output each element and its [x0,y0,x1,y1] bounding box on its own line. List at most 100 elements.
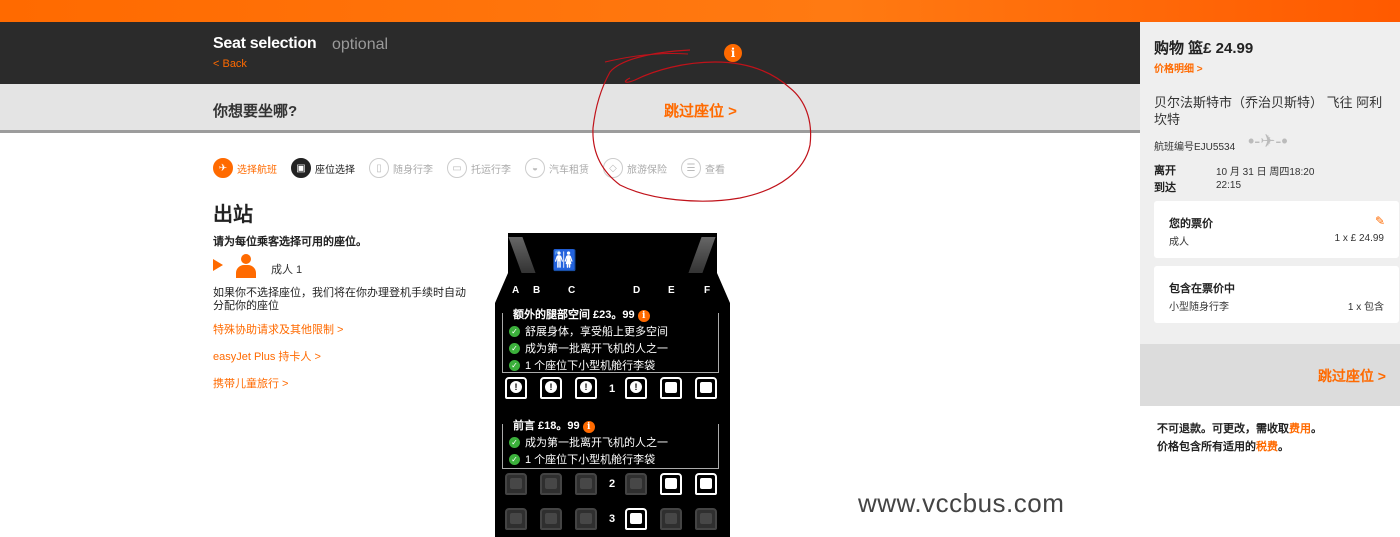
watermark: www.vccbus.com [858,488,1065,518]
column-label: F [704,285,711,296]
easyjet-plus-link[interactable]: easyJet Plus 持卡人 > [213,348,343,364]
fare-value: 1 x £ 24.99 [1334,233,1384,244]
seat-2A[interactable] [505,473,527,495]
flight-plane-icon: •-✈-• [1248,131,1288,151]
passenger-label: 成人 1 [271,264,303,276]
row-number: 3 [609,513,616,525]
cart-skip-seat-link[interactable]: 跳过座位 > [1318,366,1386,386]
step-cabin-bag[interactable]: ▯ 随身行李 [369,158,433,178]
column-label: B [533,285,541,296]
seat-2B[interactable] [540,473,562,495]
taxes-link[interactable]: 税费 [1256,441,1278,453]
step-review[interactable]: ☰ 查看 [681,158,725,178]
outbound-title: 出站 [213,204,253,226]
tax-note: 价格包含所有适用的税费。 [1157,441,1289,453]
feature-item: ✓ 舒展身体，享受船上更多空间 [509,323,668,339]
seat-1A[interactable] [505,377,527,399]
fees-link[interactable]: 费用 [1289,423,1311,435]
seat-1B[interactable] [540,377,562,399]
included-title: 包含在票价中 [1169,283,1235,295]
flight-number: 航班编号EJU5534 [1154,142,1236,153]
seat-3B[interactable] [540,508,562,530]
seat-3F[interactable] [695,508,717,530]
row-number: 1 [609,383,616,395]
bag-icon: ▯ [369,158,389,178]
included-card: 包含在票价中 小型随身行李 1 x 包含 [1154,266,1399,323]
back-link[interactable]: < Back [213,58,247,70]
feature-item: ✓ 1 个座位下小型机舱行李袋 [509,357,655,373]
extra-legroom-title[interactable]: 额外的腿部空间 £23。99 i [509,306,654,322]
seat-2D[interactable] [625,473,647,495]
info-icon[interactable]: i [724,44,742,62]
check-icon: ✓ [509,342,520,354]
seat-1D[interactable] [625,377,647,399]
check-icon: ✓ [509,436,520,448]
step-insurance[interactable]: ◇ 旅游保险 [603,158,667,178]
seat-3D[interactable] [625,508,647,530]
column-label: C [568,285,576,296]
seat-question-bar: 你想要坐哪? 跳过座位 > [0,84,1140,133]
seat-1F[interactable] [695,377,717,399]
page-title: Seat selection [213,35,317,52]
seat-3A[interactable] [505,508,527,530]
arrive-label: 到达 [1154,182,1176,194]
top-brand-bar [0,0,1400,22]
arrive-time: 22:15 [1216,180,1242,191]
cart-skip-band: 跳过座位 > [1140,344,1400,406]
check-icon: ✓ [509,325,520,337]
info-icon: i [637,310,650,322]
check-icon: ✓ [509,453,520,465]
car-icon: ◒ [525,158,545,178]
step-car-hire[interactable]: ◒ 汽车租赁 [525,158,589,178]
cart-notes: 不可退款。可更改，需收取费用。 价格包含所有适用的税费。 [1140,406,1400,537]
seat-1C[interactable] [575,377,597,399]
children-travel-link[interactable]: 携带儿童旅行 > [213,375,343,391]
check-icon: ✓ [509,359,520,371]
seat-2F[interactable] [695,473,717,495]
optional-label: optional [332,36,389,53]
seat-2C[interactable] [575,473,597,495]
question-text: 你想要坐哪? [213,103,298,120]
feature-item: ✓ 1 个座位下小型机舱行李袋 [509,451,655,467]
feature-item: ✓ 成为第一批离开飞机的人之一 [509,340,668,356]
fare-title: 您的票价 [1169,218,1213,230]
step-seat-selection[interactable]: ▣ 座位选择 [291,158,355,178]
seat-icon: ▣ [291,158,311,178]
depart-label: 离开 [1154,165,1176,177]
step-checked-bag[interactable]: ▭ 托运行李 [447,158,511,178]
edit-pencil-icon[interactable]: ✎ [1375,214,1385,228]
basket-panel: 购物 篮£ 24.99 价格明细 > 贝尔法斯特市（乔治贝斯特） 飞往 阿利坎特… [1140,22,1400,537]
shield-icon: ◇ [603,158,623,178]
seat-map: 🚻 A B C D E F 额外的腿部空间 £23。99 i ✓ 舒展身体，享受船上… [495,233,730,537]
price-breakdown-link[interactable]: 价格明细 > [1154,60,1203,75]
seat-2E[interactable] [660,473,682,495]
column-label: A [512,285,520,296]
instruction-text: 请为每位乘客选择可用的座位。 [213,236,367,248]
flight-route: 贝尔法斯特市（乔治贝斯特） 飞往 阿利坎特 [1154,95,1383,127]
page-header: Seat selection optional < Back [0,22,1140,84]
step-select-flight[interactable]: ✈ 选择航班 [213,158,277,178]
fare-card: 您的票价 ✎ 成人 1 x £ 24.99 [1154,201,1399,258]
feature-item: ✓ 成为第一批离开飞机的人之一 [509,434,668,450]
included-label: 小型随身行李 [1169,302,1229,313]
included-value: 1 x 包含 [1347,302,1384,313]
special-assistance-link[interactable]: 特殊协助请求及其他限制 > [213,321,343,337]
basket-title: 购物 篮£ 24.99 [1154,40,1254,57]
seat-3C[interactable] [575,508,597,530]
suitcase-icon: ▭ [447,158,467,178]
seat-1E[interactable] [660,377,682,399]
seat-3E[interactable] [660,508,682,530]
plane-icon: ✈ [213,158,233,178]
auto-assign-note: 如果你不选择座位，我们将在你办理登机手续时自动分配你的座位 [213,287,466,312]
up-front-title[interactable]: 前言 £18。99 i [509,417,599,433]
refund-note: 不可退款。可更改，需收取费用。 [1157,423,1322,435]
skip-seat-link[interactable]: 跳过座位 > [664,100,737,121]
passenger-row[interactable]: 成人 1 [213,254,413,280]
fare-label: 成人 [1169,237,1189,248]
current-passenger-arrow-icon [213,259,223,271]
column-label: D [633,285,641,296]
help-links: 特殊协助请求及其他限制 > easyJet Plus 持卡人 > 携带儿童旅行 … [213,321,343,402]
seat-column-labels: A B C D E F [495,285,730,297]
toilet-icon: 🚻 [552,250,577,272]
info-icon: i [582,421,595,433]
